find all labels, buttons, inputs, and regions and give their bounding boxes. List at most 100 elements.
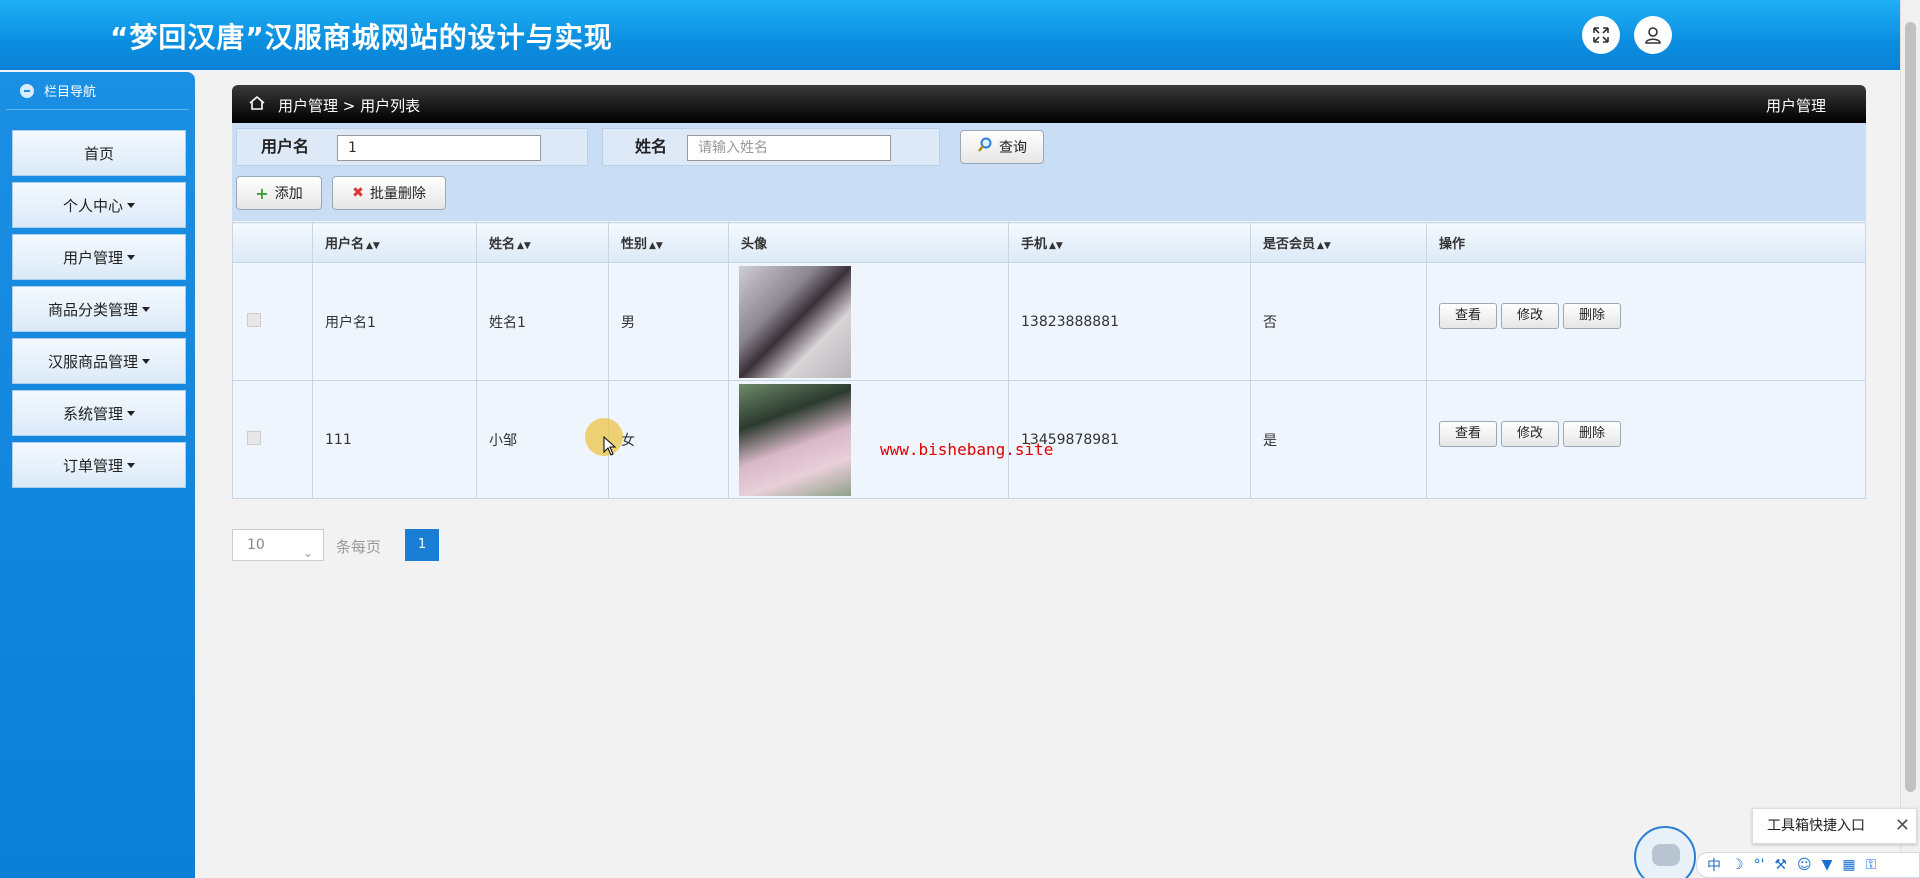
name-filter: 姓名 (602, 128, 940, 166)
sidebar-item-system-management[interactable]: 系统管理 (12, 390, 186, 436)
username-input[interactable] (337, 135, 541, 161)
punctuation-icon[interactable]: °' (1754, 857, 1765, 873)
batch-delete-button[interactable]: ✖ 批量删除 (332, 176, 446, 210)
close-icon[interactable]: ✕ (1895, 809, 1910, 843)
add-button-label: 添加 (274, 186, 303, 202)
sidebar-item-label: 汉服商品管理 (47, 352, 138, 371)
search-icon (977, 137, 993, 157)
sidebar-item-user-management[interactable]: 用户管理 (12, 234, 186, 280)
user-icon (1645, 27, 1661, 44)
breadcrumb-bar: 用户管理 > 用户列表 用户管理 (232, 85, 1866, 123)
toolbox-tip-label: 工具箱快捷入口 (1767, 818, 1865, 834)
view-button[interactable]: 查看 (1439, 421, 1497, 447)
column-header-phone[interactable]: 手机 ▲▼ (1008, 222, 1251, 263)
plus-icon: + (255, 183, 269, 203)
page-scrollbar[interactable] (1900, 0, 1920, 878)
batch-delete-label: 批量删除 (369, 186, 426, 202)
lock-icon[interactable]: ⚿ (1866, 857, 1877, 873)
sidebar: 栏目导航 首页 个人中心 用户管理 商品分类管理 汉服商品管理 系统管理 订单管… (0, 72, 195, 878)
top-header: “梦回汉唐”汉服商城网站的设计与实现 (0, 0, 1900, 70)
cell-username: 111 (312, 380, 477, 499)
cell-member: 否 (1250, 262, 1427, 381)
column-header-member[interactable]: 是否会员 ▲▼ (1250, 222, 1427, 263)
row-checkbox[interactable] (247, 312, 261, 327)
cell-gender: 女 (608, 380, 729, 499)
sidebar-item-label: 首页 (83, 144, 114, 163)
column-header-avatar: 头像 (728, 222, 1009, 263)
column-header-name[interactable]: 姓名 ▲▼ (476, 222, 609, 263)
sort-icon: ▲▼ (1049, 241, 1063, 251)
breadcrumb: 用户管理 > 用户列表 (278, 97, 421, 115)
sidebar-item-personal-center[interactable]: 个人中心 (12, 182, 186, 228)
row-checkbox[interactable] (247, 430, 261, 445)
sidebar-heading-label: 栏目导航 (44, 85, 97, 100)
page-size-select[interactable]: 10 ⌄ (232, 529, 324, 561)
assistant-avatar-icon[interactable] (1634, 826, 1696, 878)
user-button[interactable] (1634, 16, 1672, 54)
cell-gender: 男 (608, 262, 729, 381)
table-header-row: 用户名 ▲▼ 姓名 ▲▼ 性别 ▲▼ 头像 手机 ▲▼ 是否会员 ▲▼ 操作 (232, 222, 1866, 263)
search-panel: 用户名 姓名 查询 + 添加 ✖ 批量删除 (232, 123, 1866, 221)
sort-icon: ▲▼ (517, 241, 531, 251)
name-input[interactable] (687, 135, 891, 161)
chinese-mode-toggle[interactable]: 中 (1707, 855, 1721, 875)
close-icon: ✖ (352, 185, 364, 201)
sidebar-item-category-management[interactable]: 商品分类管理 (12, 286, 186, 332)
add-button[interactable]: + 添加 (236, 176, 322, 210)
caret-down-icon (127, 254, 135, 260)
search-button-label: 查询 (999, 140, 1027, 156)
delete-button[interactable]: 删除 (1563, 303, 1621, 329)
page-button-current[interactable]: 1 (405, 529, 439, 561)
per-page-label: 条每页 (336, 538, 382, 556)
caret-down-icon (142, 358, 150, 364)
cell-name: 姓名1 (476, 262, 609, 381)
ime-toolbar[interactable]: 中 ☽ °' ⚒ ☺ ▼ ▦ ⚿ (1696, 852, 1920, 878)
username-filter: 用户名 (236, 128, 588, 166)
sidebar-item-hanfu-product-management[interactable]: 汉服商品管理 (12, 338, 186, 384)
grid-icon[interactable]: ▦ (1842, 857, 1855, 873)
chevron-down-icon: ⌄ (302, 546, 313, 560)
column-header-username[interactable]: 用户名 ▲▼ (312, 222, 477, 263)
cell-username: 用户名1 (312, 262, 477, 381)
page-title: 用户管理 (1765, 97, 1826, 115)
scrollbar-thumb[interactable] (1905, 22, 1916, 792)
search-button[interactable]: 查询 (960, 130, 1044, 164)
sidebar-item-label: 用户管理 (62, 248, 123, 267)
edit-button[interactable]: 修改 (1501, 421, 1559, 447)
caret-down-icon (127, 462, 135, 468)
toolbox-tooltip: 工具箱快捷入口 ✕ (1752, 808, 1917, 844)
shirt-icon[interactable]: ▼ (1822, 857, 1833, 873)
page-size-value: 10 (247, 537, 265, 553)
mouse-cursor-icon (603, 436, 617, 456)
name-label: 姓名 (634, 137, 667, 156)
sidebar-item-home[interactable]: 首页 (12, 130, 186, 176)
username-label: 用户名 (260, 137, 309, 156)
column-header-actions: 操作 (1426, 222, 1866, 263)
avatar[interactable] (739, 383, 851, 496)
edit-button[interactable]: 修改 (1501, 303, 1559, 329)
cell-member: 是 (1250, 380, 1427, 499)
caret-down-icon (127, 202, 135, 208)
sidebar-item-order-management[interactable]: 订单管理 (12, 442, 186, 488)
sort-icon: ▲▼ (366, 241, 380, 251)
sidebar-item-label: 订单管理 (62, 456, 123, 475)
moon-icon[interactable]: ☽ (1731, 857, 1744, 873)
minus-circle-icon (20, 83, 34, 98)
home-icon[interactable] (248, 95, 266, 115)
caret-down-icon (142, 306, 150, 312)
site-title: “梦回汉唐”汉服商城网站的设计与实现 (110, 21, 613, 54)
emoji-icon[interactable]: ☺ (1797, 857, 1812, 873)
expand-icon (1593, 27, 1609, 43)
avatar[interactable] (739, 265, 851, 378)
sort-icon: ▲▼ (1317, 241, 1331, 251)
sort-icon: ▲▼ (649, 241, 663, 251)
fullscreen-button[interactable] (1582, 16, 1620, 54)
sidebar-item-label: 个人中心 (62, 196, 123, 215)
wrench-icon[interactable]: ⚒ (1774, 857, 1787, 873)
select-all-header[interactable] (232, 222, 313, 263)
column-header-gender[interactable]: 性别 ▲▼ (608, 222, 729, 263)
sidebar-heading: 栏目导航 (6, 72, 189, 110)
sidebar-item-label: 系统管理 (62, 404, 123, 423)
delete-button[interactable]: 删除 (1563, 421, 1621, 447)
view-button[interactable]: 查看 (1439, 303, 1497, 329)
